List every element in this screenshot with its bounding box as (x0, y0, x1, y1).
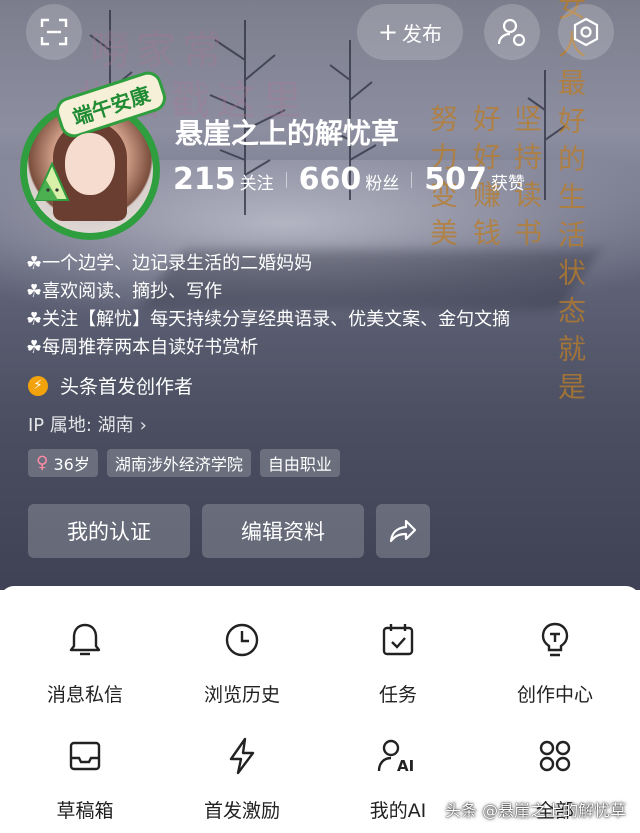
profile-header: 嘮家常 批音戳这里 女人最好的生活状态就是 坚持读书 好好赚钱 努力变美 + 发… (0, 0, 640, 590)
grid-label: 任务 (378, 684, 417, 706)
svg-text:AI: AI (397, 757, 414, 775)
bell-icon (69, 623, 101, 656)
female-icon: ♀ (36, 453, 49, 473)
followers-label[interactable]: 粉丝 (365, 169, 399, 194)
likes-count[interactable]: 507 (424, 162, 487, 197)
profile-tags: ♀ 36岁 湖南涉外经济学院 自由职业 (28, 449, 349, 477)
tag-occupation: 自由职业 (259, 449, 340, 477)
ip-location[interactable]: IP 属地: 湖南 › (28, 411, 147, 437)
grid-label: 消息私信 (46, 684, 123, 706)
tag-age-label: 36岁 (53, 455, 90, 474)
creator-label: 头条首发创作者 (60, 376, 194, 398)
publish-button[interactable]: + 发布 (357, 4, 463, 60)
followers-count[interactable]: 660 (299, 162, 362, 197)
grid-dots-icon (539, 740, 571, 772)
settings-button[interactable] (558, 4, 614, 60)
grid-item-messages[interactable]: 消息私信 (5, 620, 165, 707)
grid-label: 首发激励 (203, 800, 280, 822)
user-settings-icon (497, 18, 526, 47)
username: 悬崖之上的解忧草 (175, 117, 400, 150)
ip-label: IP 属地: 湖南 (28, 415, 134, 436)
following-label[interactable]: 关注 (240, 169, 274, 194)
scan-icon (40, 18, 68, 46)
ai-user-icon: AI (377, 739, 414, 775)
watermark: 头条 @悬崖之上的解忧草 (445, 801, 627, 820)
account-switch-button[interactable] (484, 4, 540, 60)
feature-grid: 消息私信 浏览历史 任务 创作中心 草稿箱 首发激励 AI 我的AI 全部 (0, 586, 640, 833)
bio-line: ☘关注【解忧】每天持续分享经典语录、优美文案、金句文摘 (26, 309, 511, 330)
bio-line: ☘每周推荐两本自读好书赏析 (26, 337, 259, 358)
gear-icon (573, 17, 599, 47)
grid-item-first-release[interactable]: 首发激励 (162, 736, 322, 823)
grid-label: 浏览历史 (203, 684, 280, 706)
clock-icon (225, 623, 259, 657)
share-icon (389, 519, 417, 543)
tag-age: ♀ 36岁 (28, 449, 98, 477)
divider (285, 171, 287, 188)
bio: ☘一个边学、边记录生活的二婚妈妈 ☘喜欢阅读、摘抄、写作 ☘关注【解忧】每天持续… (26, 250, 510, 362)
edit-profile-button[interactable]: 编辑资料 (202, 504, 364, 558)
following-count[interactable]: 215 (173, 162, 236, 197)
my-verification-button[interactable]: 我的认证 (28, 504, 190, 558)
background-poem-column: 女人最好的生活状态就是 (554, 0, 587, 410)
bio-line: ☘一个边学、边记录生活的二婚妈妈 (26, 253, 313, 274)
divider (411, 171, 413, 188)
inbox-icon (69, 741, 101, 771)
lightning-icon (229, 737, 255, 775)
share-button[interactable] (376, 504, 430, 558)
grid-item-drafts[interactable]: 草稿箱 (5, 736, 165, 823)
chevron-right-icon: › (139, 415, 147, 436)
calendar-check-icon (382, 624, 414, 656)
grid-item-tasks[interactable]: 任务 (318, 620, 478, 707)
bulb-icon (541, 622, 569, 657)
creator-badge[interactable]: ⚡ 头条首发创作者 (28, 372, 193, 399)
grid-item-history[interactable]: 浏览历史 (162, 620, 322, 707)
tag-school: 湖南涉外经济学院 (106, 449, 251, 477)
grid-label: 创作中心 (516, 684, 593, 706)
scan-button[interactable] (26, 4, 82, 60)
plus-icon: + (377, 18, 399, 46)
grid-label: 草稿箱 (56, 800, 114, 822)
likes-label[interactable]: 获赞 (491, 169, 525, 194)
bio-line: ☘喜欢阅读、摘抄、写作 (26, 281, 223, 302)
publish-label: 发布 (402, 21, 443, 46)
lightning-badge-icon: ⚡ (28, 375, 48, 396)
profile-stats: 215 关注 660 粉丝 507 获赞 (173, 162, 525, 197)
grid-item-creator-center[interactable]: 创作中心 (475, 620, 635, 707)
